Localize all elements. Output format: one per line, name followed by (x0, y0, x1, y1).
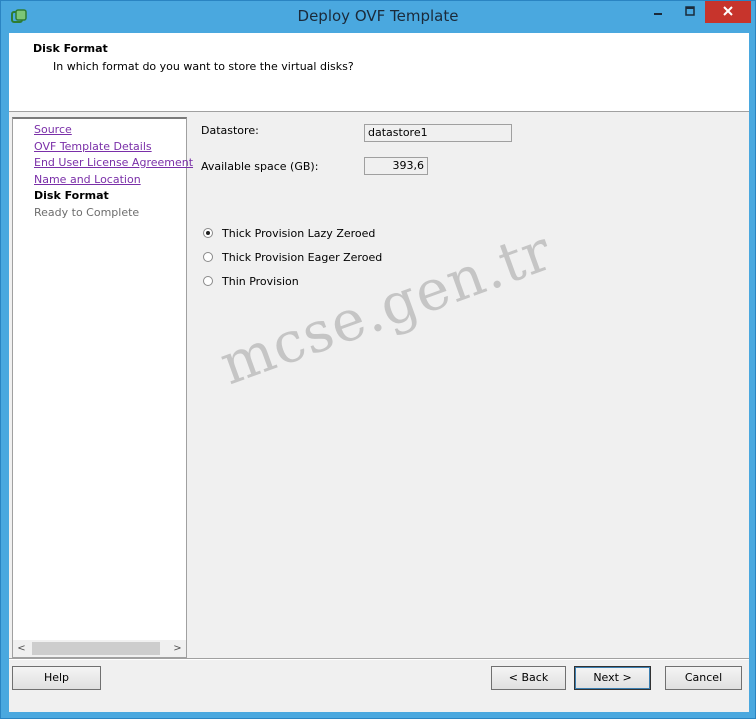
footer-separator (9, 658, 749, 660)
radio-button[interactable] (203, 276, 213, 286)
wizard-steps-pane: Source OVF Template Details End User Lic… (12, 117, 193, 658)
option-thick-lazy-zeroed[interactable]: Thick Provision Lazy Zeroed (203, 224, 375, 242)
page-subtitle: In which format do you want to store the… (53, 60, 354, 73)
close-button[interactable] (705, 1, 751, 23)
maximize-button[interactable] (675, 1, 705, 23)
scroll-left-button[interactable]: < (13, 640, 30, 657)
step-source[interactable]: Source (34, 122, 193, 139)
minimize-button[interactable] (641, 1, 675, 23)
help-button[interactable]: Help (12, 666, 101, 690)
step-ready-to-complete: Ready to Complete (34, 205, 140, 219)
available-space-field: 393,6 (364, 157, 428, 175)
step-ovf-template-details[interactable]: OVF Template Details (34, 139, 193, 156)
option-thick-eager-zeroed[interactable]: Thick Provision Eager Zeroed (203, 248, 382, 266)
watermark: mcse.gen.tr (211, 218, 561, 398)
title-bar[interactable]: Deploy OVF Template (1, 1, 755, 33)
option-thin-provision[interactable]: Thin Provision (203, 272, 299, 290)
option-label: Thin Provision (222, 274, 299, 288)
back-button[interactable]: < Back (491, 666, 566, 690)
dialog-client-area: Disk Format In which format do you want … (9, 33, 749, 712)
datastore-field: datastore1 (364, 124, 512, 142)
available-space-label: Available space (GB): (201, 160, 319, 173)
option-label: Thick Provision Lazy Zeroed (222, 226, 376, 240)
radio-button[interactable] (203, 252, 213, 262)
radio-button[interactable] (203, 228, 213, 238)
step-disk-format: Disk Format (34, 189, 109, 202)
wizard-steps: Source OVF Template Details End User Lic… (34, 122, 193, 221)
step-name-and-location[interactable]: Name and Location (34, 172, 193, 189)
minimize-icon (653, 6, 663, 19)
scroll-right-button[interactable]: > (169, 640, 186, 657)
option-label: Thick Provision Eager Zeroed (222, 250, 383, 264)
cancel-button[interactable]: Cancel (665, 666, 742, 690)
page-title: Disk Format (33, 42, 108, 55)
horizontal-scrollbar[interactable]: < > (13, 640, 186, 657)
close-icon (722, 5, 734, 20)
maximize-icon (685, 5, 695, 19)
step-eula[interactable]: End User License Agreement (34, 155, 193, 172)
deploy-ovf-window: Deploy OVF Template Disk Format In which… (0, 0, 756, 719)
datastore-label: Datastore: (201, 124, 259, 137)
next-button[interactable]: Next > (574, 666, 651, 690)
wizard-header: Disk Format In which format do you want … (9, 33, 749, 112)
scrollbar-thumb[interactable] (32, 642, 160, 655)
